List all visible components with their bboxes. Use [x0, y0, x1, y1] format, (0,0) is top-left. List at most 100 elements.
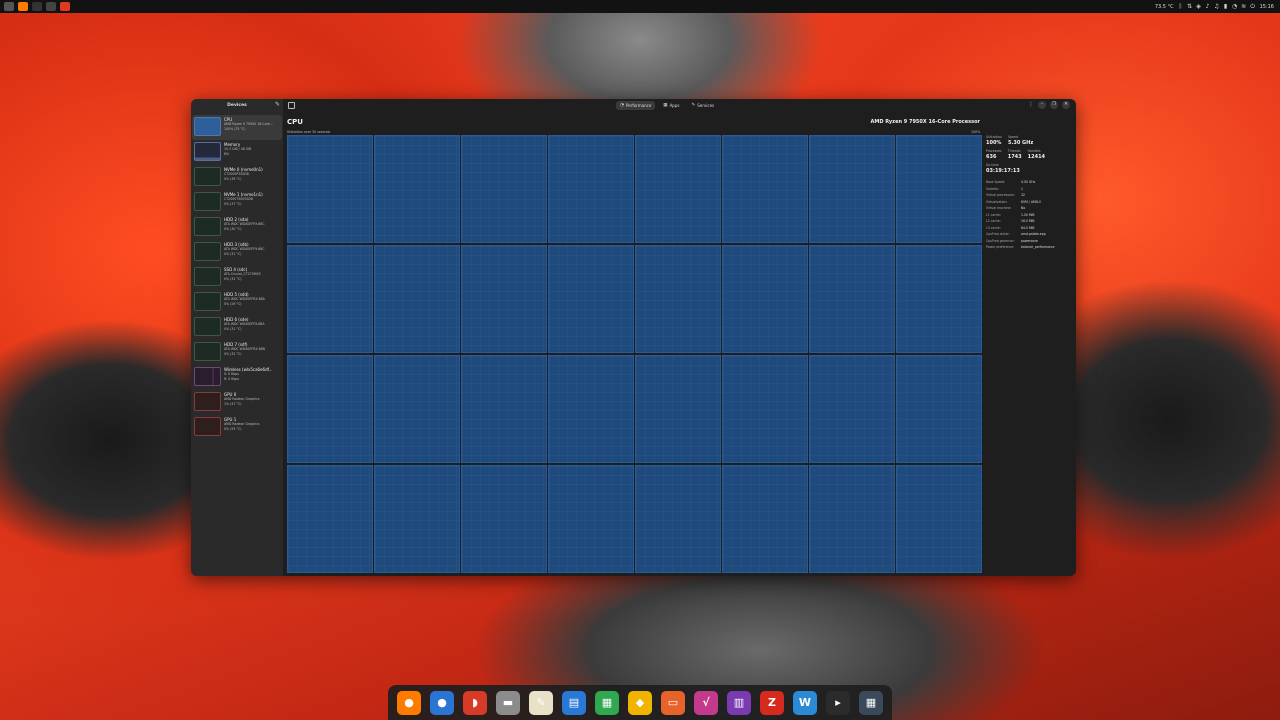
- cpu-stats-panel: Utilization 100% Speed 5.30 GHz Processe…: [986, 135, 1072, 251]
- device-item[interactable]: HDD 3 (sdb) ATA WDC WD40EFPX-68C 0% (31 °C…: [191, 240, 283, 265]
- tab-label: Services: [697, 103, 715, 108]
- core-utilization-graph: [374, 245, 460, 353]
- device-item[interactable]: SSD 4 (sdc) ATA Crucial_CT275MX3 0% (31 °C…: [191, 265, 283, 290]
- sidebar-toggle-icon[interactable]: [288, 102, 295, 109]
- waveform-launcher[interactable]: W: [790, 688, 820, 718]
- core-utilization-graph: [374, 465, 460, 573]
- thunderbird-launcher[interactable]: ●: [427, 688, 457, 718]
- top-panel: 73.5 °C ᛒ ⇅ ◈ ♪ ♫ ▮ ◔ ≋ ⏻ 15:16: [0, 0, 1280, 13]
- system-monitor-launcher[interactable]: ▦: [856, 688, 886, 718]
- device-list: CPU AMD Ryzen 9 7950X 16-Core... 100% (75 …: [191, 115, 283, 440]
- device-item[interactable]: NVMe 1 (nvme1n1) CT2000T500SSD8 0% (37 °C): [191, 190, 283, 215]
- handles-value: 12414: [1027, 154, 1046, 160]
- core-utilization-graph: [809, 135, 895, 243]
- uptime-value: 03:19:17:13: [986, 168, 1020, 174]
- remote-desktop-launcher[interactable]: ◗: [460, 688, 490, 718]
- core-utilization-graph: [722, 355, 808, 463]
- text-editor-launcher[interactable]: ✎: [526, 688, 556, 718]
- core-utilization-graph: [722, 245, 808, 353]
- cpu-temperature[interactable]: 73.5 °C: [1155, 4, 1174, 10]
- device-detail: 0% (37 °C): [224, 201, 242, 206]
- device-graph-thumbnail: [194, 292, 221, 311]
- system-monitor-icon: ▦: [859, 690, 883, 715]
- files-launcher[interactable]: ▬: [493, 688, 523, 718]
- music-icon[interactable]: ♫: [1214, 3, 1220, 10]
- waveform-icon: W: [793, 690, 817, 715]
- device-detail: 1% (47 °C): [224, 401, 242, 406]
- device-item[interactable]: HDD 2 (sda) ATA WDC WD40EFPX-68C 0% (30 °C…: [191, 215, 283, 240]
- tab-apps[interactable]: ▦ Apps: [659, 101, 683, 110]
- grid-icon[interactable]: [4, 2, 14, 11]
- core-utilization-graph: [461, 245, 547, 353]
- core-utilization-graph: [896, 355, 982, 463]
- device-graph-thumbnail: [194, 367, 221, 386]
- device-graph-thumbnail: [194, 192, 221, 211]
- device-item[interactable]: Memory 15.3 GiB / 46 GiB 8%: [191, 140, 283, 165]
- dock: ● ● ◗ ▬ ✎ ▤ ▦ ◆ ▭ √ ▥ Z W ▸ ▦: [388, 685, 892, 720]
- device-item[interactable]: HDD 6 (sde) ATA WDC WD40EFPX-68A 0% (31 °C…: [191, 315, 283, 340]
- device-detail: 0% (31 °C): [224, 326, 242, 331]
- close-button[interactable]: ✕: [1062, 101, 1070, 109]
- firefox-launcher[interactable]: ●: [394, 688, 424, 718]
- network-icon[interactable]: ⇅: [1187, 3, 1193, 10]
- firefox-icon[interactable]: [18, 2, 28, 11]
- volume-icon[interactable]: ♪: [1205, 3, 1211, 10]
- writer-icon: ▤: [562, 690, 586, 715]
- writer-launcher[interactable]: ▤: [559, 688, 589, 718]
- wifi-icon[interactable]: ≋: [1241, 3, 1247, 10]
- impress-launcher[interactable]: ▭: [658, 688, 688, 718]
- menu-icon[interactable]: ⋮: [1028, 101, 1034, 109]
- tools-icon[interactable]: [32, 2, 42, 11]
- device-graph-thumbnail: [194, 142, 221, 161]
- device-item[interactable]: GPU 0 AMD Radeon Graphics 1% (47 °C): [191, 390, 283, 415]
- clock[interactable]: 15:16: [1260, 4, 1274, 10]
- bell-icon[interactable]: ◔: [1232, 3, 1238, 10]
- device-item[interactable]: Wireless (wlx5ca6e6df... S: 0 Kbps R: 0 Kb…: [191, 365, 283, 390]
- spec-key: Power preference:: [986, 245, 1015, 249]
- device-item[interactable]: HDD 5 (sdd) ATA WDC WD30EFRX-68A 0% (29 °C…: [191, 290, 283, 315]
- device-detail: 0% (31 °C): [224, 251, 242, 256]
- edit-icon[interactable]: ✎: [275, 102, 280, 108]
- sidebar-header: Devices ✎: [191, 99, 283, 113]
- device-item[interactable]: NVMe 0 (nvme0n1) CT2000P3SSD8 0% (39 °C): [191, 165, 283, 190]
- battery-icon[interactable]: ▮: [1223, 3, 1229, 10]
- draw-launcher[interactable]: ◆: [625, 688, 655, 718]
- terminal-launcher[interactable]: ▸: [823, 688, 853, 718]
- apps-icon[interactable]: [46, 2, 56, 11]
- office-icon[interactable]: [60, 2, 70, 11]
- calc-launcher[interactable]: ▦: [592, 688, 622, 718]
- remote-desktop-icon: ◗: [463, 690, 487, 715]
- impress-icon: ▭: [661, 690, 685, 715]
- device-graph-thumbnail: [194, 342, 221, 361]
- tab-performance[interactable]: ◔ Performance: [616, 101, 656, 110]
- device-item[interactable]: GPU 1 AMD Radeon Graphics 0% (53 °C): [191, 415, 283, 440]
- core-utilization-graph: [374, 355, 460, 463]
- window-controls: ⋮ – ❐ ✕: [1028, 101, 1070, 109]
- headerbar: ◔ Performance ▦ Apps ✎ Services ⋮ – ❐ ✕: [283, 99, 1076, 113]
- core-utilization-graph: [722, 465, 808, 573]
- base-launcher[interactable]: ▥: [724, 688, 754, 718]
- math-launcher[interactable]: √: [691, 688, 721, 718]
- panel-app-launchers: [0, 0, 70, 13]
- bluetooth-icon[interactable]: ᛒ: [1178, 3, 1184, 10]
- tab-services[interactable]: ✎ Services: [687, 101, 718, 110]
- power-icon[interactable]: ⏻: [1250, 3, 1256, 10]
- firefox-icon: ●: [397, 690, 421, 715]
- device-item[interactable]: CPU AMD Ryzen 9 7950X 16-Core... 100% (75 …: [192, 115, 282, 140]
- device-detail: 0% (53 °C): [224, 426, 242, 431]
- device-item[interactable]: HDD 7 (sdf) ATA WDC WD40EFRX-68N 0% (32 °C…: [191, 340, 283, 365]
- threads-value: 1743: [1007, 154, 1022, 160]
- spec-value: 4.50 GHz: [1021, 180, 1036, 184]
- device-graph-thumbnail: [194, 417, 221, 436]
- maximize-button[interactable]: ❐: [1050, 101, 1058, 109]
- core-utilization-graph: [461, 465, 547, 573]
- processes-value: 636: [986, 154, 997, 160]
- minimize-button[interactable]: –: [1038, 101, 1046, 109]
- filezilla-launcher[interactable]: Z: [757, 688, 787, 718]
- device-detail: 0% (31 °C): [224, 276, 242, 281]
- performance-view: ◔ Performance ▦ Apps ✎ Services ⋮ – ❐ ✕ CPU A…: [283, 99, 1076, 576]
- devices-sidebar: Devices ✎ CPU AMD Ryzen 9 7950X 16-Core..…: [191, 99, 283, 576]
- cpu-spec-table: Base Speed: 4.50 GHz Sockets: 1 Virtual proc…: [986, 179, 1072, 251]
- device-detail: 0% (30 °C): [224, 226, 242, 231]
- shield-icon[interactable]: ◈: [1196, 3, 1202, 10]
